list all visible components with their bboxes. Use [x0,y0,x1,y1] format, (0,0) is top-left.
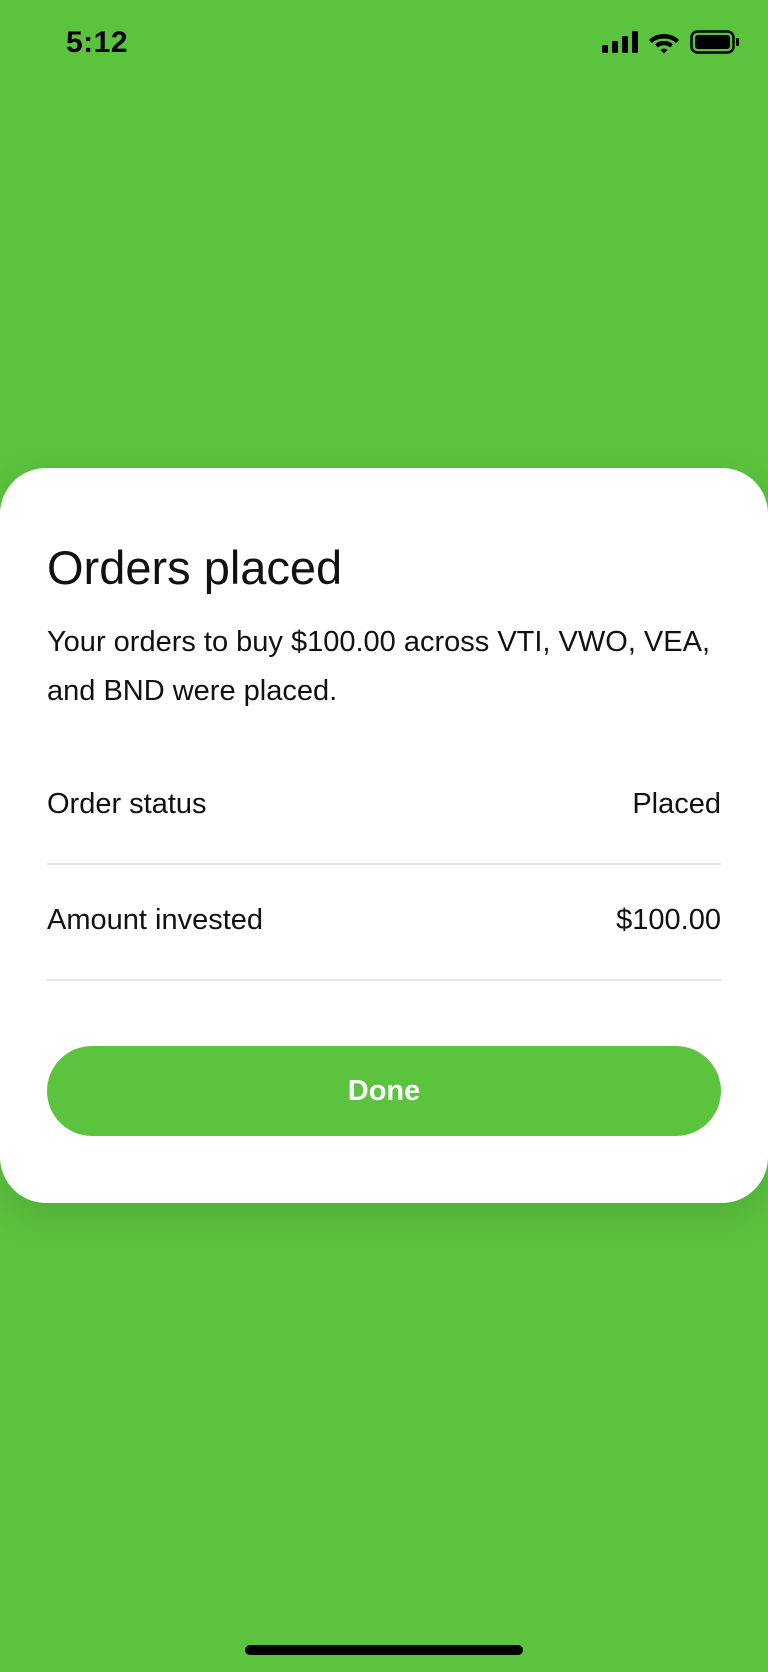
amount-invested-label: Amount invested [47,904,264,936]
status-bar: 5:12 [0,0,768,90]
home-indicator[interactable] [245,1645,523,1655]
order-status-label: Order status [47,788,207,820]
wifi-icon [648,30,680,54]
sheet-description: Your orders to buy $100.00 across VTI, V… [47,626,711,707]
done-button[interactable]: Done [47,1046,721,1136]
amount-invested-value: $100.00 [616,904,721,936]
battery-icon [690,30,740,54]
sheet-title: Orders placed [47,541,343,594]
order-status-value: Placed [632,788,721,820]
amount-invested-row: Amount invested $100.00 [47,863,721,981]
status-icons [602,30,740,54]
order-status-row: Order status Placed [47,747,721,865]
status-time: 5:12 [66,26,129,59]
cellular-signal-icon [602,31,638,53]
